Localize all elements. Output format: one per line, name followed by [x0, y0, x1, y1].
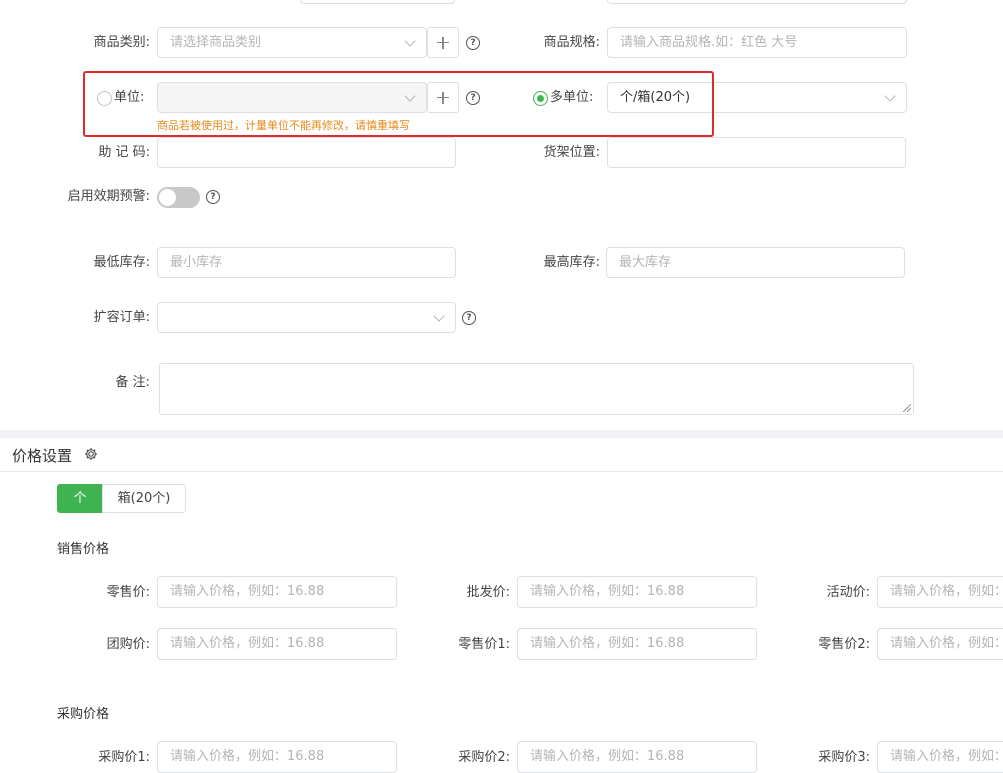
promo-price-label: 活动价: — [826, 585, 870, 600]
max-stock-input[interactable]: 最大库存 — [606, 247, 905, 278]
remark-label: 备 注: — [115, 375, 150, 390]
group-price-input[interactable]: 请输入价格，例如：16.88 — [157, 628, 397, 660]
chevron-down-icon — [884, 90, 896, 102]
mnemonic-label: 助 记 码: — [98, 145, 150, 160]
min-stock-placeholder: 最小库存 — [170, 255, 223, 270]
tab-unit-piece[interactable]: 个 — [57, 484, 103, 513]
retail-price-2-input[interactable]: 请输入价格，例如：16.88 — [877, 628, 1003, 660]
barcode-input-partial[interactable] — [607, 0, 907, 4]
shelf-label: 货架位置: — [543, 145, 600, 160]
product-name-input-partial[interactable] — [300, 0, 455, 4]
purchase-price-title: 采购价格 — [57, 707, 110, 722]
gear-icon[interactable] — [84, 447, 98, 461]
highlight-frame — [83, 71, 714, 137]
price-placeholder: 请输入价格，例如：16.88 — [170, 636, 325, 651]
promo-price-input[interactable]: 请输入价格，例如：16.88 — [877, 576, 1003, 608]
help-icon[interactable]: ? — [206, 190, 220, 204]
max-stock-label: 最高库存: — [543, 255, 600, 270]
min-stock-label: 最低库存: — [93, 255, 150, 270]
price-placeholder: 请输入价格，例如：16.88 — [170, 584, 325, 599]
price-placeholder: 请输入价格，例如：16.88 — [890, 636, 1003, 651]
shelf-input[interactable] — [607, 137, 906, 168]
category-select[interactable]: 请选择商品类别 — [157, 27, 427, 58]
tab-unit-box[interactable]: 箱(20个) — [102, 484, 186, 513]
retail-price-1-input[interactable]: 请输入价格，例如：16.88 — [517, 628, 757, 660]
group-price-label: 团购价: — [106, 637, 150, 652]
purchase-price-1-label: 采购价1: — [98, 750, 150, 765]
price-section-title: 价格设置 — [12, 447, 73, 465]
purchase-price-2-input[interactable]: 请输入价格，例如：16.88 — [517, 741, 757, 773]
min-stock-input[interactable]: 最小库存 — [157, 247, 456, 278]
price-placeholder: 请输入价格，例如：16.88 — [530, 584, 685, 599]
category-placeholder: 请选择商品类别 — [170, 35, 262, 50]
resize-handle-icon[interactable] — [903, 404, 911, 412]
spec-placeholder: 请输入商品规格.如：红色 大号 — [620, 35, 798, 50]
price-placeholder: 请输入价格，例如：16.88 — [530, 636, 685, 651]
expiry-alert-label: 启用效期预警: — [67, 189, 150, 204]
purchase-price-3-label: 采购价3: — [818, 750, 870, 765]
remark-textarea[interactable] — [159, 363, 914, 415]
retail-price-input[interactable]: 请输入价格，例如：16.88 — [157, 576, 397, 608]
mnemonic-input[interactable] — [157, 137, 456, 168]
help-icon[interactable]: ? — [462, 311, 476, 325]
expand-order-label: 扩容订单: — [93, 310, 150, 325]
purchase-price-1-input[interactable]: 请输入价格，例如：16.88 — [157, 741, 397, 773]
section-divider — [0, 430, 1003, 438]
add-category-button[interactable] — [427, 27, 459, 58]
retail-price-1-label: 零售价1: — [458, 637, 510, 652]
price-placeholder: 请输入价格，例如：16.88 — [170, 749, 325, 764]
wholesale-price-label: 批发价: — [466, 585, 510, 600]
tab-label: 个 — [73, 491, 87, 506]
expiry-alert-toggle[interactable] — [157, 187, 200, 208]
price-placeholder: 请输入价格，例如：16.88 — [890, 749, 1003, 764]
retail-price-2-label: 零售价2: — [818, 637, 870, 652]
spec-input[interactable]: 请输入商品规格.如：红色 大号 — [607, 27, 907, 58]
chevron-down-icon — [433, 310, 445, 322]
price-placeholder: 请输入价格，例如：16.88 — [890, 584, 1003, 599]
retail-price-label: 零售价: — [106, 585, 150, 600]
tab-label: 箱(20个) — [117, 491, 171, 506]
wholesale-price-input[interactable]: 请输入价格，例如：16.88 — [517, 576, 757, 608]
purchase-price-2-label: 采购价2: — [458, 750, 510, 765]
expand-order-select[interactable] — [157, 302, 456, 333]
sale-price-title: 销售价格 — [57, 542, 110, 557]
purchase-price-3-input[interactable]: 请输入价格，例如：16.88 — [877, 741, 1003, 773]
category-label: 商品类别: — [93, 35, 150, 50]
max-stock-placeholder: 最大库存 — [619, 255, 672, 270]
price-placeholder: 请输入价格，例如：16.88 — [530, 749, 685, 764]
chevron-down-icon — [404, 35, 416, 47]
section-header-line — [0, 471, 1003, 472]
toggle-knob — [159, 189, 176, 206]
spec-label: 商品规格: — [543, 35, 600, 50]
help-icon[interactable]: ? — [466, 36, 480, 50]
